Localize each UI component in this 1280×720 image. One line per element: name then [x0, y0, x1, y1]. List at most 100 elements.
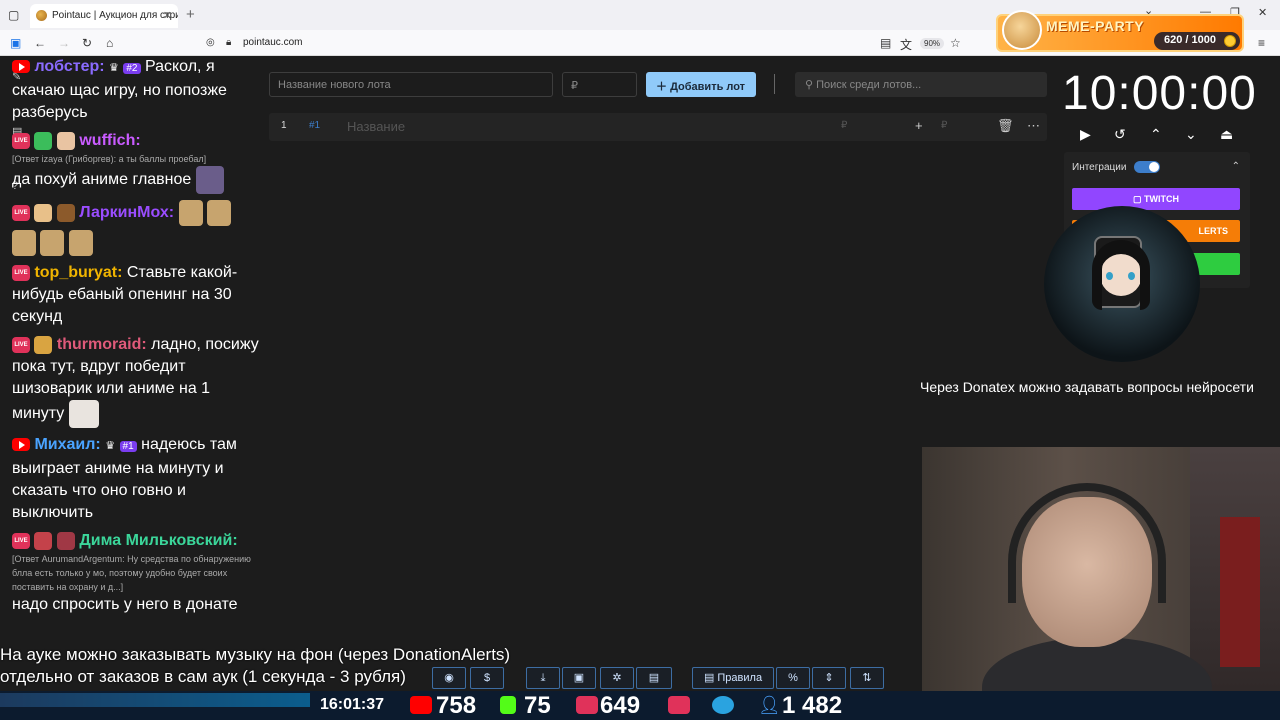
site-info-icon[interactable]: ◎ — [206, 37, 215, 48]
meme-party-widget: MEME-PARTY 620 / 1000 — [996, 10, 1244, 52]
integrations-toggle[interactable] — [1134, 161, 1160, 173]
chat-message: LIVE top_buryat: Ставьте какой-нибудь еб… — [12, 262, 262, 328]
donationalerts-label: LERTS — [1198, 226, 1228, 236]
add-amount-field[interactable]: ₽ — [941, 120, 947, 131]
play-icon[interactable]: ▶ — [1080, 126, 1091, 143]
lot-amount-currency: ₽ — [841, 120, 848, 131]
chat-nick: Дима Мильковский: — [79, 532, 238, 549]
webcam-feed — [922, 447, 1280, 720]
donatex-caption: Через Donatex можно задавать вопросы ней… — [920, 379, 1254, 395]
stat-bar-strip — [0, 693, 310, 707]
crown-icon: ♛ — [105, 440, 116, 452]
chat-overlay: лобстер: ♛ #2 Раскол, я скачаю щас игру,… — [12, 56, 262, 622]
plus-icon: ＋ — [656, 81, 667, 93]
search-icon: ⚲ — [805, 79, 814, 91]
donate-button[interactable]: $ — [470, 667, 504, 689]
chat-text: надо спросить у него в донате — [12, 596, 238, 613]
clear-button[interactable]: ▤ — [636, 667, 672, 689]
add-lot-button[interactable]: ＋ Добавить лот — [646, 72, 756, 97]
chat-reply: [Ответ AurumandArgentum: Ну средства по … — [12, 554, 251, 592]
chat-nick: top_buryat: — [34, 264, 123, 281]
integrations-label: Интеграции — [1072, 162, 1127, 173]
emote-icon — [34, 204, 53, 222]
delete-icon[interactable]: 🗑︎ — [997, 118, 1014, 134]
menu-icon[interactable]: ≡ — [1258, 36, 1265, 50]
twitch-label: TWITCH — [1144, 194, 1179, 204]
chat-message: Михаил: ♛ #1 надеюсь там выиграет аниме … — [12, 434, 262, 524]
search-placeholder: Поиск среди лотов... — [816, 79, 922, 91]
lock-icon: 🔒︎ — [226, 37, 232, 48]
url-field[interactable]: pointauc.com — [243, 37, 302, 48]
live-badge-icon: LIVE — [12, 132, 30, 149]
sidebar-icon[interactable]: ▣ — [10, 36, 21, 50]
more-icon[interactable]: ⋯ — [1027, 118, 1040, 134]
twitch-button[interactable]: ▢ TWITCH — [1072, 188, 1240, 210]
stream-clock: 16:01:37 — [320, 696, 385, 713]
gear-icon: ✲ — [612, 672, 622, 684]
add-time-icon[interactable]: ⌃ — [1150, 126, 1162, 143]
double-time-icon[interactable]: ⏏ — [1220, 126, 1233, 143]
rules-icon: ▤ — [703, 672, 718, 684]
new-lot-name-input[interactable]: Название нового лота — [269, 72, 553, 97]
meme-party-score-text: 620 / 1000 — [1164, 34, 1216, 46]
emote-icon — [56, 131, 75, 150]
music-caption-line1: На ауке можно заказывать музыку на фон (… — [0, 645, 511, 664]
settings-button[interactable]: ✲ — [600, 667, 634, 689]
close-window-icon[interactable]: ✕ — [1258, 6, 1267, 19]
percent-label: % — [788, 672, 798, 684]
tab-list-icon[interactable]: ▢ — [8, 8, 19, 22]
add-amount-icon[interactable]: + — [915, 118, 923, 133]
divider — [774, 74, 775, 94]
dollar-icon: $ — [483, 672, 491, 684]
chat-message: LIVE ЛаркинМох: — [12, 200, 262, 256]
new-lot-price-input[interactable]: ₽ — [562, 72, 637, 97]
percent-button[interactable]: % — [776, 667, 810, 689]
cat-emote-icon — [68, 400, 99, 428]
subtract-time-icon[interactable]: ⌄ — [1185, 126, 1197, 143]
chat-nick: ЛаркинМох: — [79, 204, 175, 222]
reset-icon[interactable]: ↺ — [1114, 126, 1126, 143]
save-button[interactable]: ▣ — [562, 667, 596, 689]
download-button[interactable]: ⤓ — [526, 667, 560, 689]
rules-button[interactable]: ▤ Правила — [692, 667, 774, 689]
new-tab-icon[interactable]: + — [186, 6, 195, 23]
split-button[interactable]: ⇕ — [812, 667, 846, 689]
user-icon: 👤︎ — [758, 695, 781, 715]
home-icon[interactable]: ⌂ — [106, 36, 113, 50]
crown-icon: ♛ — [109, 62, 119, 74]
sort-icon: ⇅ — [862, 672, 872, 684]
pointauc-favicon-icon — [36, 10, 47, 21]
add-lot-label: Добавить лот — [670, 81, 746, 93]
forward-icon[interactable]: → — [58, 36, 70, 50]
close-tab-icon[interactable]: ✕ — [163, 9, 172, 22]
chat-nick: wuffich: — [79, 132, 141, 149]
reload-icon[interactable]: ↻ — [82, 36, 92, 50]
save-icon: ▣ — [573, 672, 585, 684]
zoom-level[interactable]: 90% — [920, 38, 945, 49]
lot-id: #1 — [309, 120, 321, 131]
live-badge-icon: LIVE — [12, 532, 30, 549]
youtube-icon — [12, 438, 30, 452]
lot-search-input[interactable]: ⚲ Поиск среди лотов... — [795, 72, 1047, 97]
live-badge-icon: LIVE — [12, 336, 30, 353]
rank-badge: #1 — [119, 441, 137, 452]
meme-party-title: MEME-PARTY — [1046, 18, 1145, 34]
chat-message: LIVE Дима Мильковский: [Ответ AurumandAr… — [12, 530, 262, 616]
sort-button[interactable]: ⇅ — [850, 667, 884, 689]
reader-view-icon[interactable]: ▤ — [880, 36, 891, 50]
github-button[interactable]: ◉ — [432, 667, 466, 689]
translate-icon[interactable]: 文 — [900, 36, 912, 53]
bookmark-star-icon[interactable]: ☆ — [950, 36, 961, 50]
emote-icon — [56, 204, 75, 222]
clear-list-icon: ▤ — [648, 672, 660, 684]
back-icon[interactable]: ← — [34, 36, 46, 50]
twitch-icon: ▢ — [1132, 194, 1144, 204]
browser-tab[interactable]: Pointauc | Аукцион для стриме ✕ — [30, 4, 178, 28]
lot-name-field[interactable]: Название — [347, 119, 405, 134]
telegram-icon — [712, 696, 734, 714]
chevron-up-icon[interactable]: ⌃ — [1232, 161, 1240, 172]
hamster-emote-icon — [207, 200, 231, 226]
youtube-icon — [12, 60, 30, 74]
download-icon: ⤓ — [540, 672, 546, 684]
avatar-eye — [1128, 272, 1135, 280]
